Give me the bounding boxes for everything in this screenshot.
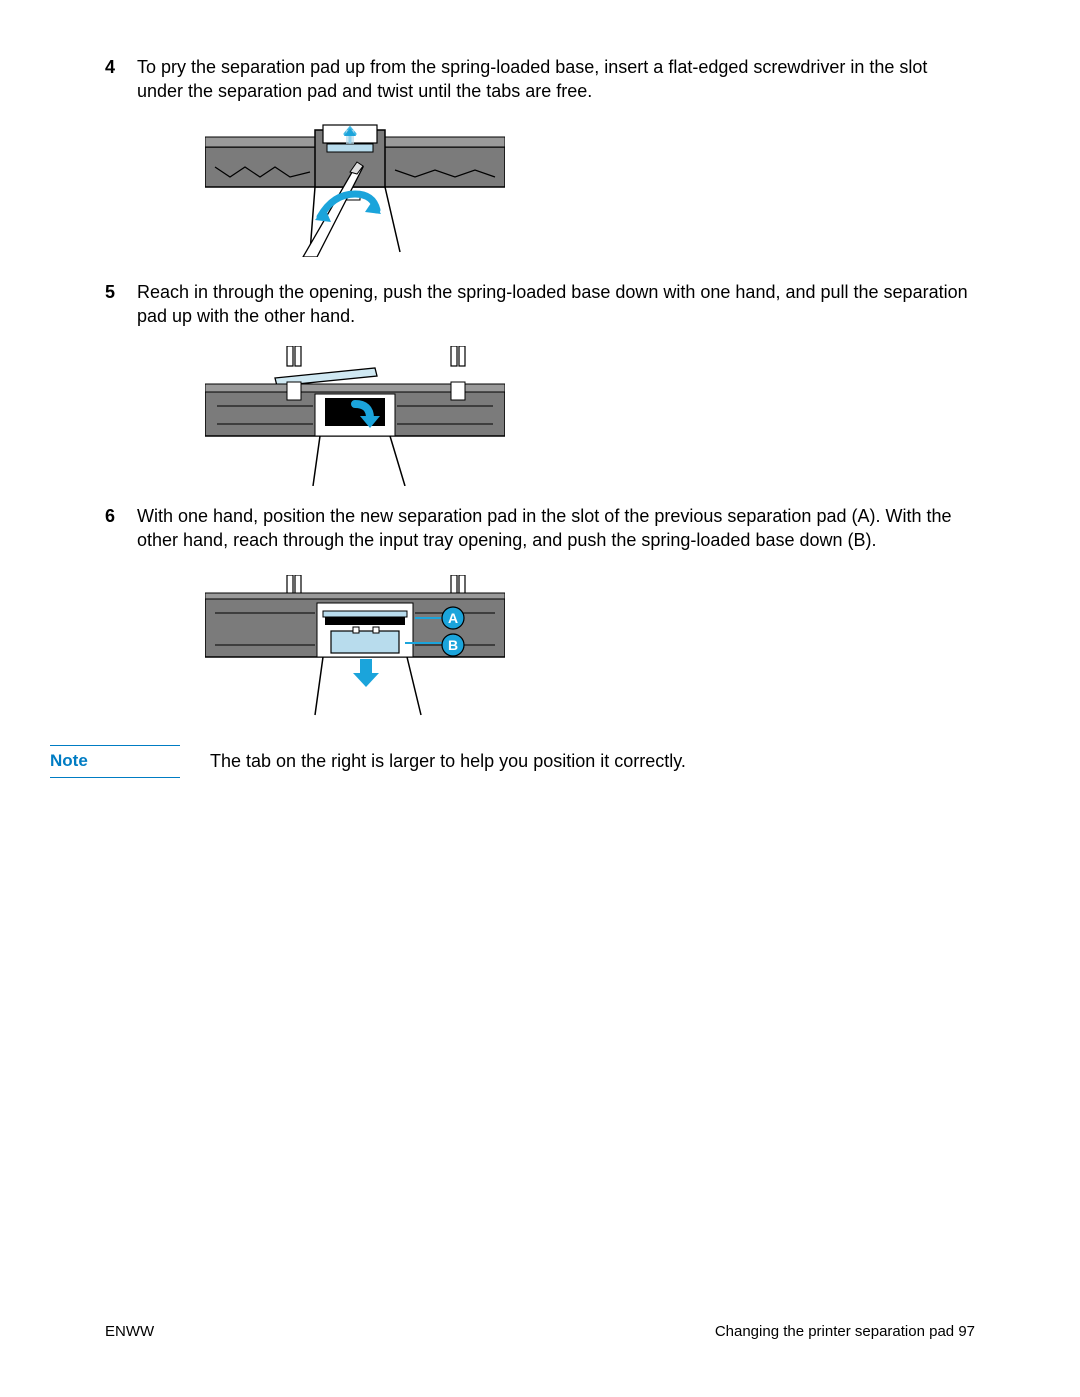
label-b: B xyxy=(448,637,458,653)
step-text: With one hand, position the new separati… xyxy=(137,504,975,553)
step-text: Reach in through the opening, push the s… xyxy=(137,280,975,329)
footer-left: ENWW xyxy=(105,1322,154,1342)
note-label: Note xyxy=(50,745,180,778)
label-a: A xyxy=(448,610,458,626)
figure-step-4 xyxy=(205,122,505,252)
step-5: 5 Reach in through the opening, push the… xyxy=(105,280,975,329)
step-number: 6 xyxy=(105,504,137,553)
step-number: 4 xyxy=(105,55,137,104)
note-block: Note The tab on the right is larger to h… xyxy=(105,745,975,778)
footer-right: Changing the printer separation pad 97 xyxy=(715,1322,975,1342)
figure-step-5 xyxy=(205,346,505,476)
note-text: The tab on the right is larger to help y… xyxy=(210,745,686,773)
step-4: 4 To pry the separation pad up from the … xyxy=(105,55,975,104)
page-content: 4 To pry the separation pad up from the … xyxy=(0,0,1080,778)
page-footer: ENWW Changing the printer separation pad… xyxy=(105,1322,975,1342)
step-6: 6 With one hand, position the new separa… xyxy=(105,504,975,553)
step-number: 5 xyxy=(105,280,137,329)
step-text: To pry the separation pad up from the sp… xyxy=(137,55,975,104)
figure-step-6: A B xyxy=(205,575,505,715)
